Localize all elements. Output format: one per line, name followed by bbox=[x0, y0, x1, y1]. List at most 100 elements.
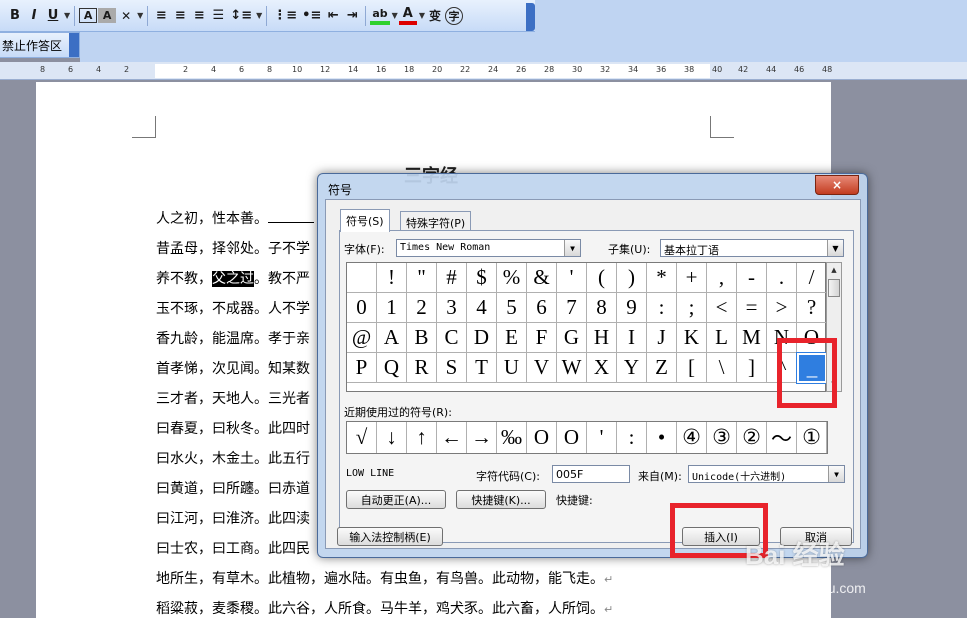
symbol-cell[interactable]: Y bbox=[617, 353, 647, 383]
enclose-characters-icon[interactable]: 字 bbox=[444, 6, 463, 25]
char-shading-button[interactable]: A bbox=[98, 8, 117, 23]
scroll-thumb[interactable] bbox=[828, 279, 840, 297]
font-color-button[interactable]: A bbox=[398, 6, 417, 25]
symbol-cell[interactable]: P bbox=[347, 353, 377, 383]
symbol-cell[interactable]: L bbox=[707, 323, 737, 353]
italic-button[interactable]: I bbox=[25, 5, 43, 27]
symbol-cell[interactable]: \ bbox=[707, 353, 737, 383]
symbol-cell[interactable]: ! bbox=[377, 263, 407, 293]
toolbar-options-icon[interactable] bbox=[526, 3, 535, 31]
align-right-icon[interactable]: ≡ bbox=[190, 5, 208, 27]
numbering-icon[interactable]: ⋮≡ bbox=[271, 5, 299, 27]
symbol-cell[interactable]: 7 bbox=[557, 293, 587, 323]
recent-symbol-cell[interactable]: ② bbox=[737, 422, 767, 453]
symbol-cell[interactable]: S bbox=[437, 353, 467, 383]
symbol-cell[interactable]: = bbox=[737, 293, 767, 323]
decrease-indent-icon[interactable]: ⇤ bbox=[324, 5, 342, 27]
symbol-cell[interactable]: / bbox=[797, 263, 827, 293]
symbol-cell[interactable]: H bbox=[587, 323, 617, 353]
chevron-down-icon[interactable]: ▼ bbox=[419, 11, 425, 20]
tab-special-characters[interactable]: 特殊字符(P) bbox=[400, 211, 472, 231]
symbol-cell[interactable]: ] bbox=[737, 353, 767, 383]
recent-symbol-cell[interactable]: ④ bbox=[677, 422, 707, 453]
document-line[interactable]: 三才者，天地人。三光者 bbox=[156, 388, 310, 408]
recent-symbol-cell[interactable]: ③ bbox=[707, 422, 737, 453]
symbol-cell[interactable]: ' bbox=[557, 263, 587, 293]
symbol-cell[interactable]: - bbox=[737, 263, 767, 293]
symbol-cell[interactable]: V bbox=[527, 353, 557, 383]
symbol-cell[interactable]: [ bbox=[677, 353, 707, 383]
symbol-cell[interactable]: M bbox=[737, 323, 767, 353]
symbol-grid[interactable]: ! " # $% & '() * +, -./ 0 1 2 3 4 5 6 7 8 9:; < = >? @ A B C D E F G H… bbox=[346, 262, 828, 392]
shortcut-key-button[interactable]: 快捷键(K)... bbox=[456, 490, 546, 509]
symbol-cell[interactable]: * bbox=[647, 263, 677, 293]
symbol-cell[interactable]: E bbox=[497, 323, 527, 353]
document-line[interactable]: 人之初，性本善。 bbox=[156, 208, 314, 228]
symbol-cell[interactable]: T bbox=[467, 353, 497, 383]
symbol-cell[interactable]: ) bbox=[617, 263, 647, 293]
document-line[interactable]: 曰士农，曰工商。此四民 bbox=[156, 538, 310, 558]
symbol-cell[interactable]: ? bbox=[797, 293, 827, 323]
symbol-cell[interactable]: % bbox=[497, 263, 527, 293]
scroll-up-icon[interactable]: ▲ bbox=[827, 263, 841, 277]
symbol-cell[interactable]: 3 bbox=[437, 293, 467, 323]
symbol-cell[interactable]: 9 bbox=[617, 293, 647, 323]
symbol-cell[interactable]: I bbox=[617, 323, 647, 353]
ime-control-button[interactable]: 输入法控制柄(E) bbox=[337, 527, 443, 546]
char-border-button[interactable]: A bbox=[79, 8, 98, 23]
phonetic-guide-icon[interactable]: 变 bbox=[426, 5, 444, 27]
document-line[interactable]: 曰水火，木金土。此五行 bbox=[156, 448, 310, 468]
symbol-cell[interactable]: $ bbox=[467, 263, 497, 293]
symbol-cell[interactable]: 2 bbox=[407, 293, 437, 323]
symbol-cell[interactable]: U bbox=[497, 353, 527, 383]
from-select[interactable]: Unicode(十六进制) ▼ bbox=[688, 465, 845, 483]
bold-button[interactable]: B bbox=[6, 5, 24, 27]
symbol-cell[interactable]: 4 bbox=[467, 293, 497, 323]
document-line[interactable]: 养不教，父之过。教不严 bbox=[156, 268, 310, 288]
symbol-cell[interactable]: @ bbox=[347, 323, 377, 353]
restrict-area-button[interactable]: 禁止作答区 bbox=[2, 37, 62, 54]
recent-symbol-cell[interactable]: → bbox=[467, 422, 497, 453]
symbol-cell[interactable]: + bbox=[677, 263, 707, 293]
increase-indent-icon[interactable]: ⇥ bbox=[343, 5, 361, 27]
symbol-cell[interactable]: , bbox=[707, 263, 737, 293]
toolbar-options-icon[interactable] bbox=[69, 33, 79, 57]
symbol-cell[interactable]: A bbox=[377, 323, 407, 353]
line-spacing-icon[interactable]: ↕≡ bbox=[228, 5, 254, 27]
document-line[interactable]: 曰春夏，曰秋冬。此四时 bbox=[156, 418, 310, 438]
recent-symbol-cell[interactable]: ① bbox=[797, 422, 827, 453]
recent-symbol-cell[interactable]: • bbox=[647, 422, 677, 453]
symbol-cell[interactable]: . bbox=[767, 263, 797, 293]
symbol-cell[interactable]: < bbox=[707, 293, 737, 323]
close-button[interactable]: × bbox=[815, 175, 859, 195]
document-line[interactable]: 曰黄道，曰所躔。曰赤道 bbox=[156, 478, 310, 498]
align-left-icon[interactable]: ≡ bbox=[152, 5, 170, 27]
symbol-cell[interactable]: # bbox=[437, 263, 467, 293]
recent-symbol-cell[interactable]: √ bbox=[347, 422, 377, 453]
symbol-cell[interactable]: 8 bbox=[587, 293, 617, 323]
justify-icon[interactable]: ☰ bbox=[209, 5, 227, 27]
symbol-cell[interactable]: Z bbox=[647, 353, 677, 383]
chevron-down-icon[interactable]: ▼ bbox=[256, 11, 262, 20]
symbol-cell[interactable]: K bbox=[677, 323, 707, 353]
chevron-down-icon[interactable]: ▼ bbox=[828, 466, 844, 482]
symbol-cell[interactable]: 5 bbox=[497, 293, 527, 323]
recent-symbol-cell[interactable]: ↓ bbox=[377, 422, 407, 453]
recent-symbol-cell[interactable]: ～ bbox=[767, 422, 797, 453]
selected-text[interactable]: 父之过 bbox=[212, 271, 254, 287]
document-line[interactable]: 曰江河，曰淮济。此四渎 bbox=[156, 508, 310, 528]
document-line[interactable]: 首孝悌，次见闻。知某数 bbox=[156, 358, 310, 378]
symbol-cell[interactable]: ; bbox=[677, 293, 707, 323]
symbol-cell[interactable]: & bbox=[527, 263, 557, 293]
recent-symbol-cell[interactable]: ← bbox=[437, 422, 467, 453]
symbol-cell[interactable]: R bbox=[407, 353, 437, 383]
recent-symbol-cell[interactable]: ' bbox=[587, 422, 617, 453]
symbol-cell[interactable]: G bbox=[557, 323, 587, 353]
document-line[interactable]: 昔孟母，择邻处。子不学 bbox=[156, 238, 310, 258]
document-line[interactable]: 地所生，有草木。此植物，遍水陆。有虫鱼，有鸟兽。此动物，能飞走。↵ bbox=[156, 568, 613, 588]
align-center-icon[interactable]: ≡ bbox=[171, 5, 189, 27]
symbol-cell[interactable]: J bbox=[647, 323, 677, 353]
chevron-down-icon[interactable]: ▼ bbox=[564, 240, 580, 256]
symbol-cell[interactable]: " bbox=[407, 263, 437, 293]
symbol-cell[interactable]: ( bbox=[587, 263, 617, 293]
